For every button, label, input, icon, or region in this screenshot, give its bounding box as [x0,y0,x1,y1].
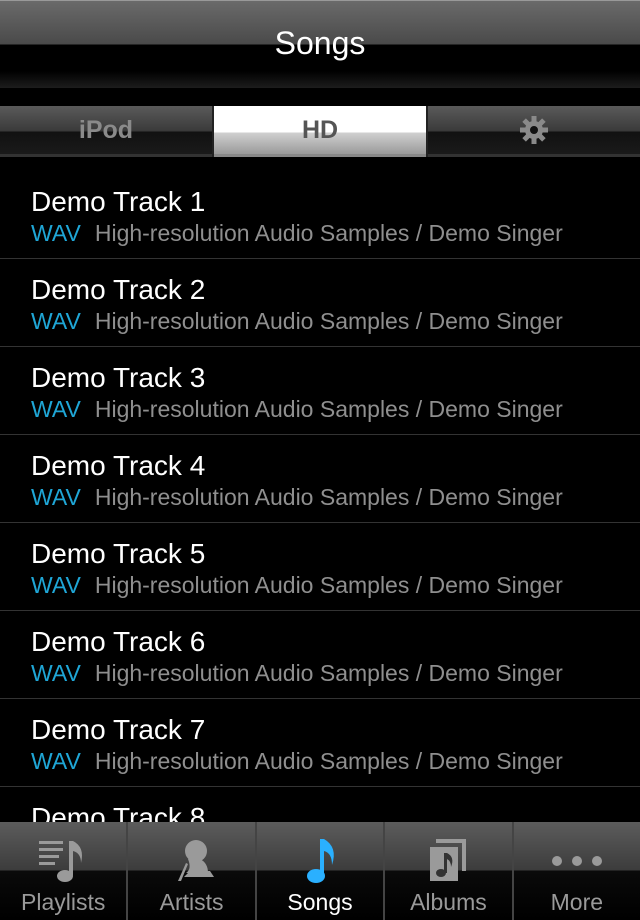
song-row[interactable]: Demo Track 5 WAV High-resolution Audio Sam… [0,523,640,611]
tab-bar: Playlists Artists Songs Albums More [0,822,640,920]
tab-label: More [550,889,604,915]
segment-hd[interactable]: HD [214,106,426,157]
song-row[interactable]: Demo Track 4 WAV High-resolution Audio Sam… [0,435,640,523]
tab-songs[interactable]: Songs [256,822,384,920]
song-title: Demo Track 4 [31,450,206,481]
tab-playlists[interactable]: Playlists [0,822,127,920]
tab-label: Songs [287,889,353,915]
song-row[interactable]: Demo Track 7 WAV High-resolution Audio Sam… [0,699,640,787]
tab-albums[interactable]: Albums [385,822,512,920]
song-detail: High-resolution Audio Samples / Demo Sin… [94,220,563,246]
tab-label: Artists [159,889,224,915]
format-badge: WAV [31,748,81,774]
song-detail: High-resolution Audio Samples / Demo Sin… [94,308,563,334]
tab-more[interactable]: More [513,822,640,920]
format-badge: WAV [31,572,81,598]
song-detail: High-resolution Audio Samples / Demo Sin… [94,660,563,686]
album-icon [430,839,467,881]
song-row[interactable]: Demo Track 3 WAV High-resolution Audio Sam… [0,347,640,435]
tab-label: Albums [410,889,487,915]
song-title: Demo Track 7 [31,714,206,745]
format-badge: WAV [31,484,81,510]
format-badge: WAV [31,660,81,686]
format-badge: WAV [31,396,81,422]
song-title: Demo Track 2 [31,274,206,305]
segment-settings[interactable] [428,106,640,157]
song-row[interactable]: Demo Track 2 WAV High-resolution Audio Sam… [0,259,640,347]
segment-ipod[interactable]: iPod [0,106,212,157]
song-title: Demo Track 6 [31,626,206,657]
song-detail: High-resolution Audio Samples / Demo Sin… [94,396,563,422]
more-icon [551,856,602,866]
music-note-icon [307,839,334,883]
song-row[interactable]: Demo Track 6 WAV High-resolution Audio Sam… [0,611,640,699]
source-segmented-control: iPod HD [0,106,640,157]
song-detail: High-resolution Audio Samples / Demo Sin… [94,748,563,774]
format-badge: WAV [31,308,81,334]
song-title: Demo Track 8 [31,802,206,822]
playlist-icon [39,841,83,882]
page-title: Songs [274,25,366,61]
song-list[interactable]: Demo Track 1 WAV High-resolution Audio Sam… [0,171,640,822]
song-title: Demo Track 3 [31,362,206,393]
format-badge: WAV [31,220,81,246]
song-row[interactable]: Demo Track 8 [0,787,640,822]
gear-icon [520,116,548,144]
tab-label: Playlists [21,889,106,915]
artist-icon [177,840,214,881]
navigation-bar: Songs [0,0,640,88]
song-detail: High-resolution Audio Samples / Demo Sin… [94,572,563,598]
tab-artists[interactable]: Artists [128,822,255,920]
song-detail: High-resolution Audio Samples / Demo Sin… [94,484,563,510]
song-row[interactable]: Demo Track 1 WAV High-resolution Audio Sam… [0,171,640,259]
song-title: Demo Track 5 [31,538,206,569]
song-title: Demo Track 1 [31,186,206,217]
